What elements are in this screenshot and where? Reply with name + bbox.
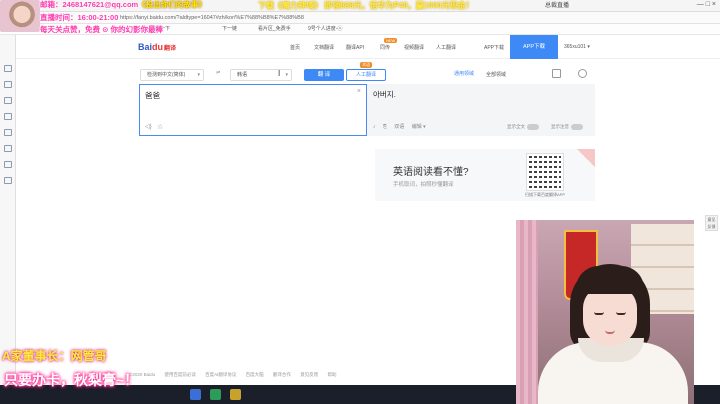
translate-button[interactable]: 翻 译 bbox=[304, 69, 344, 81]
text-cursor-icon: I bbox=[278, 69, 281, 78]
taskbar-app-icon[interactable] bbox=[190, 389, 201, 400]
logo-accent: du bbox=[152, 42, 164, 52]
promo-corner bbox=[577, 149, 595, 167]
webcam-feed bbox=[516, 220, 694, 404]
sidebar-cart-icon[interactable] bbox=[4, 129, 12, 136]
nav-doc[interactable]: 文档翻译 bbox=[314, 44, 334, 51]
source-textarea[interactable]: 爸爸 × ◁) ☆ bbox=[139, 84, 367, 136]
toggle2-label: 显示注音 bbox=[551, 124, 569, 129]
browser-sidebar bbox=[0, 35, 16, 385]
language-bar: 检测到中文(简体) ⇌ 韩语 I 翻 译 人工翻译 术语 通用领域 全部领域 bbox=[16, 62, 720, 83]
logo-main: Bai bbox=[138, 42, 153, 52]
nav-home[interactable]: 首页 bbox=[290, 44, 300, 51]
qr-code-icon bbox=[526, 153, 564, 191]
footer-item[interactable]: 百度大脑 bbox=[246, 372, 264, 377]
promo-card[interactable]: 英语阅读看不懂? 手机取词，拍照秒懂翻译 扫描下载百度翻译APP bbox=[375, 149, 595, 201]
footer-item[interactable]: 使用百度前必读 bbox=[164, 372, 196, 377]
domain-select[interactable]: 全部领域 bbox=[486, 69, 530, 81]
url-field[interactable]: https://fanyi.baidu.com/?aldtype=16047#z… bbox=[120, 13, 304, 23]
sidebar-mail-icon[interactable] bbox=[4, 81, 12, 88]
nav-video[interactable]: 视频翻译 bbox=[404, 44, 424, 51]
bookmark-3[interactable]: 看片区_免费手 bbox=[258, 25, 291, 32]
promo-headline: 英语阅读看不懂? bbox=[393, 167, 469, 178]
sidebar-calendar-icon[interactable] bbox=[4, 113, 12, 120]
footer-item[interactable]: 意见反馈 bbox=[300, 372, 318, 377]
overlay-card-slogan: 只要办卡，秋梨膏~！ bbox=[4, 372, 139, 388]
browser-user[interactable]: 总裁直播 bbox=[545, 1, 569, 11]
page-footer: ©2020 Baidu 使用百度前必读 百度AI翻译协议 百度大脑 翻译合作 意… bbox=[129, 372, 344, 378]
nav-api[interactable]: 翻译API bbox=[346, 44, 364, 51]
qr-caption: 扫描下载百度翻译APP bbox=[525, 192, 566, 197]
cam-face bbox=[583, 286, 637, 346]
speaker-icon[interactable]: ◁) bbox=[145, 123, 152, 130]
bilingual-toggle[interactable]: 双语 bbox=[394, 124, 404, 130]
domain-label[interactable]: 通用领域 bbox=[454, 70, 474, 77]
overlay-chairman: A家董事长：网管哥 bbox=[2, 349, 107, 363]
term-tag: 术语 bbox=[360, 62, 372, 68]
sidebar-tool-icon[interactable] bbox=[4, 161, 12, 168]
overlay-schedule: 直播时间：16:00-21:00 bbox=[40, 13, 119, 22]
overlay-slogan: 每天关点赞，免费 ⊙ 你的幻影你最棒 bbox=[40, 25, 163, 34]
human-translate-button[interactable]: 人工翻译 bbox=[346, 69, 386, 81]
swap-icon[interactable]: ⇌ bbox=[216, 70, 220, 76]
result-text: 아버지. bbox=[373, 90, 396, 99]
footer-item[interactable]: 帮助 bbox=[327, 372, 336, 377]
copy-icon[interactable]: ⎘ bbox=[383, 124, 387, 130]
taskbar-app-icon[interactable] bbox=[230, 389, 241, 400]
cam-eye bbox=[594, 312, 604, 315]
footer-item[interactable]: 百度AI翻译协议 bbox=[205, 372, 236, 377]
promo-sub: 手机取词，拍照秒懂翻译 bbox=[393, 182, 454, 188]
sidebar-doc-icon[interactable] bbox=[4, 97, 12, 104]
overlay-email: 邮箱：2468147621@qq.com《投出你们的故事》 bbox=[40, 0, 206, 10]
feedback-float-button[interactable]: 意见反馈 bbox=[705, 215, 718, 231]
overlay-email-text: 邮箱：2468147621@qq.com bbox=[40, 0, 139, 9]
bookmark-2[interactable]: 下一链 bbox=[222, 25, 237, 32]
clear-icon[interactable]: × bbox=[357, 88, 361, 95]
settings-icon[interactable] bbox=[578, 69, 587, 78]
taskbar-app-icon[interactable] bbox=[210, 389, 221, 400]
nav-app[interactable]: APP下载 bbox=[484, 44, 504, 51]
ad-banner[interactable]: 下载《魔力神域》 即领888元，悟华为P40，赢1000元现金！ bbox=[258, 0, 474, 12]
top-nav: Baidu翻译 首页 文档翻译 翻译API 同传 NEW 视频翻译 人工翻译 AP… bbox=[16, 35, 720, 59]
user-menu[interactable]: 365xu101 ▾ bbox=[564, 44, 590, 50]
cam-curtain bbox=[516, 220, 538, 404]
star-icon[interactable]: ☆ bbox=[157, 123, 163, 131]
source-text[interactable]: 爸爸 bbox=[145, 90, 160, 101]
cam-bangs bbox=[576, 266, 644, 294]
result-tools: ♪ ⎘ 双语 编辑 ▾ bbox=[373, 123, 432, 130]
target-language-select[interactable]: 韩语 bbox=[230, 69, 292, 81]
streamer-avatar bbox=[0, 0, 40, 32]
edit-dropdown[interactable]: 编辑 ▾ bbox=[412, 124, 426, 130]
show-phonetic-toggle[interactable]: 显示注音 bbox=[551, 123, 583, 130]
screenshot-icon[interactable] bbox=[552, 69, 561, 78]
nav-interp-label: 同传 bbox=[380, 45, 391, 51]
result-panel: 아버지. ♪ ⎘ 双语 编辑 ▾ 显示全文 显示注音 bbox=[367, 84, 595, 136]
footer-item[interactable]: 翻译合作 bbox=[273, 372, 291, 377]
cam-eye bbox=[616, 312, 626, 315]
bookmark-4[interactable]: 9号个人进度-ⓧ bbox=[308, 25, 342, 32]
toggle1-switch[interactable] bbox=[527, 123, 539, 130]
sidebar-list-icon[interactable] bbox=[4, 177, 12, 184]
toggle2-switch[interactable] bbox=[571, 123, 583, 130]
nav-human[interactable]: 人工翻译 bbox=[436, 44, 456, 51]
screen: 下载《魔力神域》 即领888元，悟华为P40，赢1000元现金！ 总裁直播 — … bbox=[0, 0, 720, 404]
new-badge: NEW bbox=[384, 38, 398, 43]
sidebar-chat-icon[interactable] bbox=[4, 145, 12, 152]
app-download-button[interactable]: APP下载 bbox=[510, 35, 558, 59]
logo-suffix: 翻译 bbox=[164, 46, 177, 52]
source-language-select[interactable]: 检测到中文(简体) bbox=[140, 69, 204, 81]
sidebar-home-icon[interactable] bbox=[4, 65, 12, 72]
window-controls[interactable]: — □ × bbox=[697, 1, 716, 8]
show-fulltext-toggle[interactable]: 显示全文 bbox=[507, 123, 539, 130]
baidu-logo[interactable]: Baidu翻译 bbox=[138, 42, 176, 52]
toggle1-label: 显示全文 bbox=[507, 124, 525, 129]
result-speaker-icon[interactable]: ♪ bbox=[373, 124, 376, 130]
nav-interp[interactable]: 同传 NEW bbox=[380, 38, 398, 51]
overlay-story-text: 《投出你们的故事》 bbox=[138, 0, 206, 9]
